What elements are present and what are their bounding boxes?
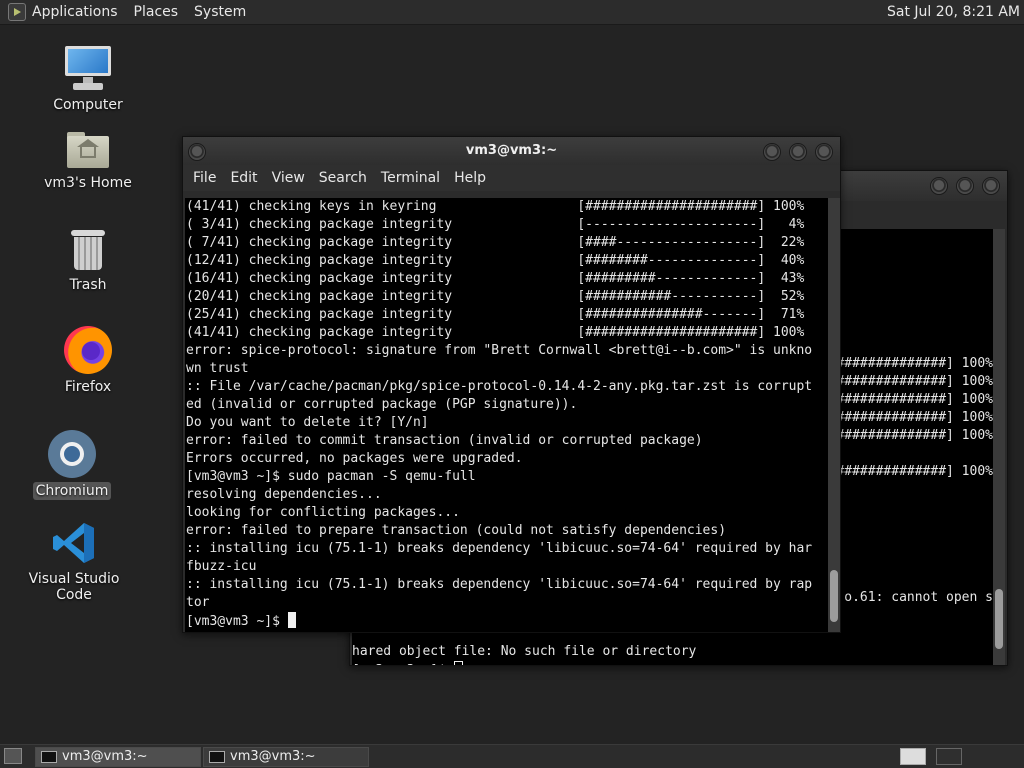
taskbar-item[interactable]: vm3@vm3:~ [35,747,201,767]
terminal-line: (16/41) checking package integrity [####… [186,271,805,286]
terminal-line: tor [186,595,210,610]
terminal-line: :: File /var/cache/pacman/pkg/spice-prot… [186,379,813,394]
front-terminal-output[interactable]: (41/41) checking keys in keyring [######… [185,198,828,632]
front-terminal-scrollbar[interactable] [828,198,840,632]
applications-menu[interactable]: Applications [32,4,118,20]
terminal-line: (41/41) checking package integrity [####… [186,325,805,340]
computer-icon [63,44,113,92]
terminal-line: Errors occurred, no packages were upgrad… [186,451,523,466]
terminal-line: (12/41) checking package integrity [####… [186,253,805,268]
applications-menu-icon[interactable] [8,3,26,21]
terminal-prompt-line: [vm3@vm3 ~]$ [352,661,993,665]
desktop-icon-trash[interactable]: Trash [33,228,143,294]
menu-edit[interactable]: Edit [230,170,257,186]
maximize-button[interactable] [956,177,974,195]
maximize-button[interactable] [789,143,807,161]
show-desktop-icon[interactable] [4,748,22,764]
terminal-line: looking for conflicting packages... [186,505,460,520]
clock[interactable]: Sat Jul 20, 8:21 AM [887,4,1020,20]
home-folder-icon [65,130,111,170]
minimize-button[interactable] [930,177,948,195]
trash-icon [68,228,108,272]
terminal-line: error: spice-protocol: signature from "B… [186,343,813,358]
desktop-icon-label: Trash [69,277,107,293]
menu-search[interactable]: Search [319,170,367,186]
window-menu-button[interactable] [188,143,206,161]
desktop-icon-home[interactable]: vm3's Home [33,130,143,192]
window-title: vm3@vm3:~ [465,143,558,158]
menu-terminal[interactable]: Terminal [381,170,440,186]
terminal-prompt: [vm3@vm3 ~]$ [352,663,454,665]
workspace-2-icon[interactable] [936,748,962,765]
firefox-icon [64,326,112,374]
menu-view[interactable]: View [272,170,305,186]
terminal-line: error: failed to prepare transaction (co… [186,523,727,538]
close-button[interactable] [982,177,1000,195]
vscode-icon [51,520,97,566]
menu-file[interactable]: File [193,170,216,186]
desktop-icon-computer[interactable]: Computer [33,44,143,114]
bottom-panel: vm3@vm3:~ vm3@vm3:~ [0,744,1024,768]
terminal-prompt: [vm3@vm3 ~]$ [186,614,288,629]
menu-help[interactable]: Help [454,170,486,186]
places-menu[interactable]: Places [134,4,179,20]
text-cursor [287,612,296,628]
terminal-menubar: File Edit View Search Terminal Help [183,165,840,191]
system-menu[interactable]: System [194,4,246,20]
desktop-icon-label: Visual Studio Code [28,571,120,603]
front-scroll-thumb[interactable] [830,570,838,622]
desktop-icon-label: Chromium [32,482,112,500]
terminal-line: Do you want to delete it? [Y/n] [186,415,429,430]
terminal-line: ( 3/41) checking package integrity [----… [186,217,805,232]
desktop-icon-label: Computer [53,97,123,113]
desktop-icon-firefox[interactable]: Firefox [33,326,143,396]
terminal-line: fbuzz-icu [186,559,257,574]
terminal-icon [209,751,225,763]
terminal-line: :: installing icu (75.1-1) breaks depend… [186,577,813,592]
back-terminal-scrollbar[interactable] [993,229,1005,665]
minimize-button[interactable] [763,143,781,161]
terminal-line: error: failed to commit transaction (inv… [186,433,703,448]
taskbar-item[interactable]: vm3@vm3:~ [203,747,369,767]
workspace-1-icon[interactable] [900,748,926,765]
taskbar-item-label: vm3@vm3:~ [62,749,148,764]
chromium-icon [48,430,96,478]
desktop-icon-label: Firefox [64,379,112,395]
terminal-line: :: installing icu (75.1-1) breaks depend… [186,541,813,556]
terminal-icon [41,751,57,763]
top-panel: Applications Places System Sat Jul 20, 8… [0,0,1024,25]
desktop-icon-chromium[interactable]: Chromium [17,430,127,500]
terminal-line: (25/41) checking package integrity [####… [186,307,805,322]
desktop-icon-label: vm3's Home [44,175,132,191]
taskbar-item-label: vm3@vm3:~ [230,749,316,764]
back-scroll-thumb[interactable] [995,589,1003,649]
desktop-icon-vscode[interactable]: Visual Studio Code [19,520,129,604]
front-window-titlebar[interactable]: vm3@vm3:~ [183,137,840,165]
terminal-line: hared object file: No such file or direc… [352,644,697,659]
terminal-line: (41/41) checking keys in keyring [######… [186,199,805,214]
terminal-line: [vm3@vm3 ~]$ sudo pacman -S qemu-full [186,469,476,484]
terminal-prompt-line: [vm3@vm3 ~]$ [186,612,828,631]
terminal-line: ed (invalid or corrupted package (PGP si… [186,397,578,412]
terminal-line: resolving dependencies... [186,487,382,502]
close-button[interactable] [815,143,833,161]
terminal-line: (20/41) checking package integrity [####… [186,289,805,304]
terminal-line: wn trust [186,361,249,376]
terminal-line: ( 7/41) checking package integrity [####… [186,235,805,250]
text-cursor [453,661,463,665]
terminal-window-front[interactable]: vm3@vm3:~ File Edit View Search Terminal… [182,136,841,633]
